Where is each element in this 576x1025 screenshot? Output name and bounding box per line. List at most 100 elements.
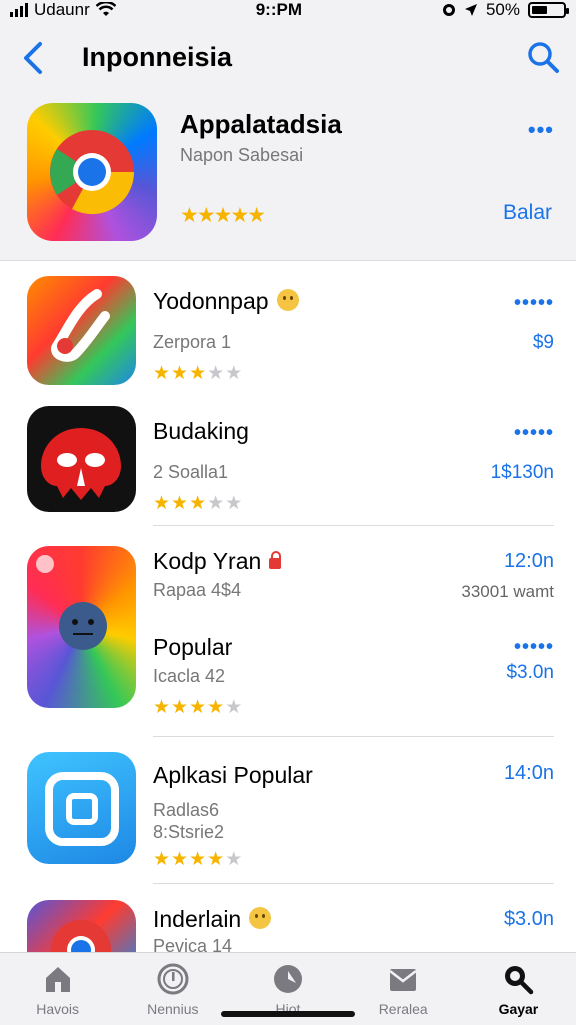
app-name: Popular bbox=[153, 634, 233, 660]
app-icon[interactable] bbox=[27, 900, 136, 952]
star-empty-icon: ★ bbox=[225, 363, 244, 384]
app-subtitle: Zerpora 1 bbox=[153, 332, 232, 352]
star-empty-icon: ★ bbox=[225, 849, 244, 870]
browser-logo-icon bbox=[50, 130, 135, 215]
app-name-row: Yodonnpap bbox=[153, 288, 299, 315]
featured-app-icon[interactable] bbox=[27, 103, 157, 241]
battery-level bbox=[531, 6, 547, 14]
list-item[interactable]: Aplkasi Popular Radlas6 8:Stsrie2 ★★★★★ … bbox=[0, 752, 576, 872]
battery-percent: 50% bbox=[485, 0, 520, 19]
tab-label: Gayar bbox=[498, 1001, 539, 1017]
tab-reralea[interactable]: Reralea bbox=[346, 953, 461, 1025]
app-subtitle: Radlas6 bbox=[153, 800, 220, 820]
star-rating: ★★★★★ bbox=[153, 492, 243, 515]
price-button[interactable]: $3.0n bbox=[504, 908, 554, 931]
star-filled-icon: ★ bbox=[189, 697, 208, 718]
star-filled-icon: ★ bbox=[153, 493, 172, 514]
navigation-bar: Inponneisia bbox=[0, 20, 576, 95]
list-item[interactable]: Popular Icacla 42 ★★★★★ ••••• $3.0n bbox=[0, 630, 576, 730]
star-rating: ★★★★★ bbox=[153, 362, 243, 385]
ghost-logo-icon bbox=[41, 428, 121, 500]
list-item[interactable]: Yodonnpap Zerpora 1 ★★★★★ ••••• $9 bbox=[0, 276, 576, 396]
tab-label: Nennius bbox=[147, 1001, 199, 1017]
price-button[interactable]: $9 bbox=[533, 332, 554, 354]
star-filled-icon: ★ bbox=[153, 849, 172, 870]
featured-app[interactable]: Appalatadsia Napon Sabesai ★★★★★ ••• Bal… bbox=[0, 95, 576, 261]
star-filled-icon: ★ bbox=[153, 363, 172, 384]
divider bbox=[153, 736, 554, 737]
app-icon[interactable] bbox=[27, 276, 136, 385]
frame-logo-icon bbox=[45, 772, 119, 846]
status-time: 9::PM bbox=[255, 0, 302, 19]
status-bar: Udaunr 9::PM 50% bbox=[0, 0, 576, 20]
page-title: Inponneisia bbox=[82, 42, 233, 72]
star-empty-icon: ★ bbox=[207, 363, 226, 384]
app-subtitle-secondary: 8:Stsrie2 bbox=[153, 822, 225, 842]
face-emoji-icon bbox=[276, 289, 299, 311]
star-filled-icon: ★ bbox=[171, 697, 190, 718]
featured-app-subtitle: Napon Sabesai bbox=[180, 145, 304, 165]
time-label: 14:0n bbox=[503, 762, 554, 784]
status-right: 50% bbox=[442, 0, 569, 20]
star-rating: ★★★★★ bbox=[153, 696, 243, 719]
signal-icon bbox=[10, 3, 28, 17]
search-icon bbox=[505, 966, 534, 995]
price-button[interactable]: $3.0n bbox=[506, 662, 554, 684]
app-subtitle: Pevica 14 bbox=[153, 936, 233, 952]
tab-nennius[interactable]: Nennius bbox=[115, 953, 230, 1025]
featured-action-button[interactable]: Balar bbox=[503, 201, 552, 225]
alarm-icon bbox=[442, 4, 455, 16]
star-empty-icon: ★ bbox=[225, 493, 244, 514]
hook-logo-icon bbox=[51, 289, 110, 362]
tab-label: Havois bbox=[36, 1001, 79, 1017]
lock-icon bbox=[269, 551, 282, 569]
carrier-label: Udaunr bbox=[34, 0, 90, 19]
browser-logo-icon bbox=[51, 920, 111, 952]
star-filled-icon: ★ bbox=[171, 849, 190, 870]
star-filled-icon: ★ bbox=[171, 493, 190, 514]
time-label: 12:0n bbox=[503, 550, 554, 572]
chevron-left-icon[interactable] bbox=[18, 40, 48, 76]
mail-icon bbox=[389, 969, 417, 991]
app-icon[interactable] bbox=[27, 752, 136, 864]
clock-icon bbox=[157, 963, 189, 995]
status-left: Udaunr bbox=[10, 0, 116, 20]
list-item[interactable]: Budaking 2 Soalla1 ★★★★★ ••••• 1$130n bbox=[0, 406, 576, 526]
app-subtitle: 2 Soalla1 bbox=[153, 462, 229, 482]
search-icon[interactable] bbox=[526, 40, 560, 74]
star-filled-icon: ★ bbox=[189, 363, 208, 384]
star-empty-icon: ★ bbox=[207, 493, 226, 514]
tab-gayar[interactable]: Gayar bbox=[461, 953, 576, 1025]
divider bbox=[153, 883, 554, 884]
battery-icon bbox=[527, 2, 569, 18]
star-filled-icon: ★ bbox=[189, 849, 208, 870]
list-item[interactable]: Kodp Yran Rapaa 4$4 12:0n 33001 wamt bbox=[0, 544, 576, 624]
more-options-button[interactable]: ••••• bbox=[514, 292, 554, 315]
wifi-icon bbox=[95, 2, 116, 16]
app-name-row: Kodp Yran bbox=[153, 548, 282, 575]
location-arrow-icon bbox=[464, 4, 477, 16]
more-options-button[interactable]: ••• bbox=[528, 117, 554, 143]
divider bbox=[153, 525, 554, 526]
featured-app-rating: ★★★★★ bbox=[180, 204, 266, 227]
home-indicator[interactable] bbox=[221, 1011, 355, 1017]
more-options-button[interactable]: ••••• bbox=[514, 422, 554, 445]
app-list: Yodonnpap Zerpora 1 ★★★★★ ••••• $9 Budak… bbox=[0, 262, 576, 952]
face-emoji-icon bbox=[249, 907, 272, 929]
list-item[interactable]: Inderlain Pevica 14 $3.0n bbox=[0, 900, 576, 952]
app-name-row: Inderlain bbox=[153, 906, 272, 933]
tab-label: Reralea bbox=[378, 1001, 428, 1017]
size-label: 33001 wamt bbox=[461, 582, 554, 601]
app-name: Kodp Yran bbox=[153, 548, 262, 574]
star-empty-icon: ★ bbox=[225, 697, 244, 718]
price-button[interactable]: 1$130n bbox=[491, 462, 554, 484]
app-icon[interactable] bbox=[27, 406, 136, 512]
star-filled-icon: ★ bbox=[207, 697, 226, 718]
star-filled-icon: ★ bbox=[189, 493, 208, 514]
app-subtitle: Rapaa 4$4 bbox=[153, 580, 242, 600]
star-filled-icon: ★ bbox=[153, 697, 172, 718]
more-options-button[interactable]: ••••• bbox=[514, 636, 554, 659]
featured-app-title: Appalatadsia bbox=[180, 109, 342, 139]
tab-havois[interactable]: Havois bbox=[0, 953, 115, 1025]
app-name: Aplkasi Popular bbox=[153, 762, 313, 788]
